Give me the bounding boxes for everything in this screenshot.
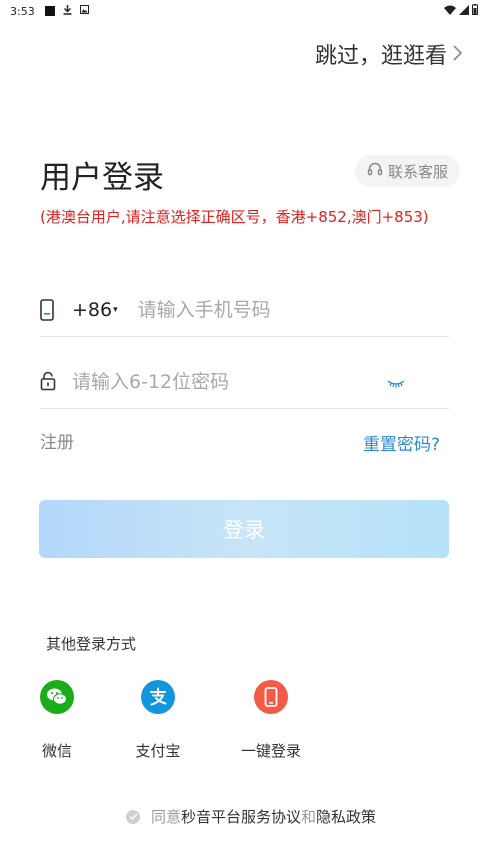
reset-password-link[interactable]: 重置密码? bbox=[363, 430, 440, 455]
phone-input[interactable] bbox=[137, 298, 398, 321]
wechat-login-option[interactable]: 微信 bbox=[17, 680, 97, 761]
alipay-label: 支付宝 bbox=[135, 742, 181, 760]
other-login-label: 其他登录方式 bbox=[46, 635, 137, 653]
agreement-checkbox[interactable] bbox=[126, 809, 140, 824]
agreement-prefix: 同意 bbox=[151, 808, 182, 826]
alipay-login-option[interactable]: 支付宝 bbox=[118, 680, 198, 761]
status-bar: 3:53 bbox=[0, 0, 488, 22]
skip-label: 跳过，逛逛看 bbox=[314, 44, 447, 69]
wechat-icon bbox=[40, 680, 74, 714]
country-code-select[interactable]: +86 ▾ bbox=[72, 299, 118, 321]
login-button[interactable]: 登录 bbox=[39, 500, 449, 558]
agreement-row: 同意 秒音平台服务协议 和 隐私政策 bbox=[126, 806, 376, 827]
lock-icon bbox=[40, 371, 56, 393]
notification-square-icon bbox=[44, 6, 55, 16]
skip-button[interactable]: 跳过，逛逛看 bbox=[314, 38, 463, 70]
region-notice: (港澳台用户,请注意选择正确区号，香港+852,澳门+853) bbox=[40, 208, 429, 226]
phone-icon bbox=[40, 298, 56, 321]
wechat-label: 微信 bbox=[41, 742, 72, 760]
alipay-icon bbox=[141, 680, 175, 714]
register-link[interactable]: 注册 bbox=[40, 428, 74, 453]
contact-service-button[interactable]: 联系客服 bbox=[354, 155, 460, 187]
one-click-login-label: 一键登录 bbox=[240, 742, 301, 760]
mobile-phone-icon bbox=[254, 680, 288, 714]
agreement-and: 和 bbox=[301, 808, 317, 826]
eye-closed-icon[interactable] bbox=[387, 374, 405, 393]
battery-icon bbox=[472, 4, 478, 15]
status-time: 3:53 bbox=[10, 4, 35, 18]
country-code-label: +86 bbox=[72, 298, 113, 321]
download-icon bbox=[63, 4, 72, 18]
wifi-icon bbox=[444, 5, 456, 15]
page-title: 用户登录 bbox=[40, 160, 164, 196]
status-icons bbox=[444, 4, 478, 15]
privacy-policy-link[interactable]: 隐私政策 bbox=[316, 806, 376, 827]
phone-field: +86 ▾ bbox=[40, 283, 449, 337]
contact-service-label: 联系客服 bbox=[387, 162, 448, 181]
photo-icon bbox=[79, 5, 89, 17]
password-input[interactable] bbox=[72, 370, 332, 393]
chevron-right-icon bbox=[453, 42, 463, 67]
service-agreement-link[interactable]: 秒音平台服务协议 bbox=[181, 806, 301, 827]
headset-icon bbox=[367, 161, 383, 181]
one-click-login-option[interactable]: 一键登录 bbox=[231, 680, 311, 761]
caret-down-icon: ▾ bbox=[113, 304, 118, 315]
signal-icon bbox=[459, 4, 469, 15]
password-field bbox=[40, 355, 449, 409]
